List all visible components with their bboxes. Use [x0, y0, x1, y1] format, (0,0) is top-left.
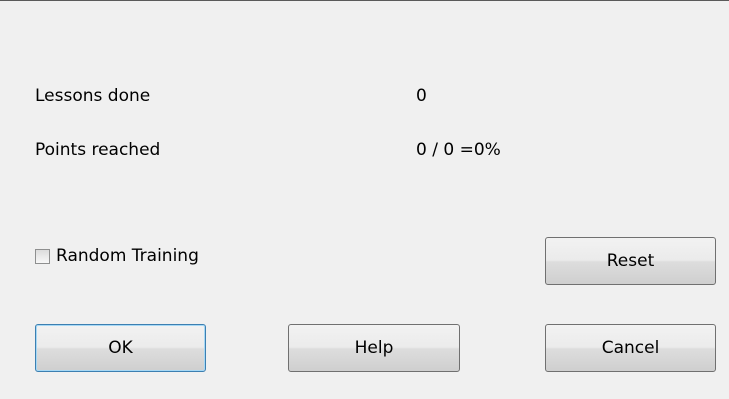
dialog-top-border: [0, 0, 729, 1]
lessons-done-label: Lessons done: [35, 86, 151, 106]
cancel-button[interactable]: Cancel: [545, 324, 716, 372]
random-training-option[interactable]: Random Training: [35, 243, 199, 269]
points-reached-value: 0 / 0 =0%: [416, 140, 501, 160]
points-reached-label: Points reached: [35, 140, 161, 160]
dialog: Lessons done 0 Points reached 0 / 0 =0% …: [0, 0, 729, 399]
random-training-label: Random Training: [56, 246, 199, 266]
reset-button[interactable]: Reset: [545, 237, 716, 285]
ok-button[interactable]: OK: [35, 324, 206, 372]
help-button[interactable]: Help: [288, 324, 460, 372]
lessons-done-value: 0: [416, 86, 427, 106]
random-training-checkbox[interactable]: [35, 248, 50, 264]
